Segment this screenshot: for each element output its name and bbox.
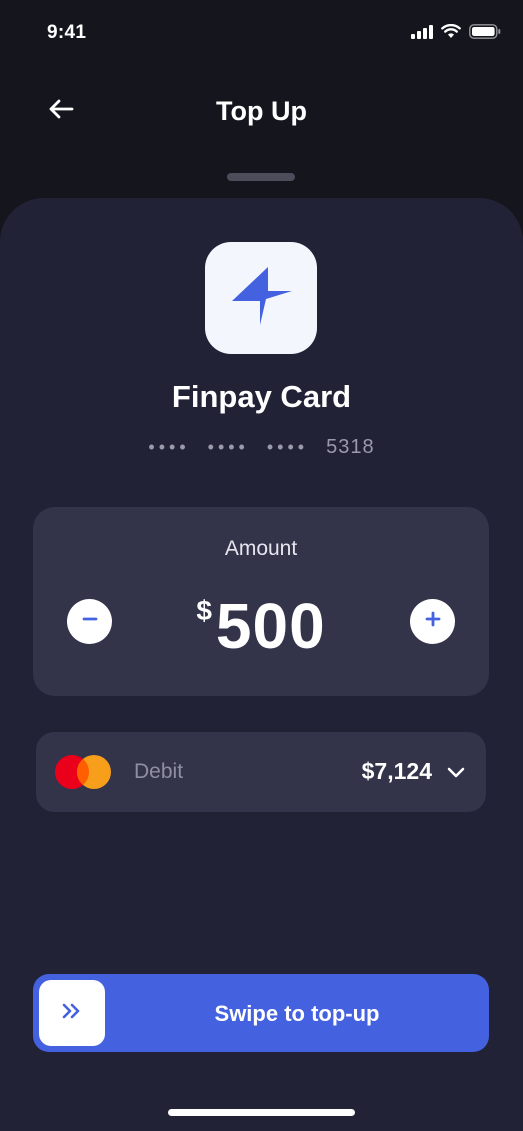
page-title: Top Up bbox=[216, 96, 307, 126]
cellular-signal-icon bbox=[411, 24, 433, 39]
swipe-to-top-up[interactable]: Swipe to top-up bbox=[33, 974, 489, 1052]
amount-panel: Amount $500 bbox=[33, 507, 489, 696]
card-last-four: 5318 bbox=[326, 436, 375, 458]
source-label: Debit bbox=[134, 760, 184, 783]
payment-source-selector[interactable]: Debit $7,124 bbox=[36, 732, 486, 812]
amount-currency: $ bbox=[196, 595, 212, 626]
plus-icon bbox=[424, 610, 442, 633]
mastercard-icon bbox=[55, 755, 113, 789]
card-number-group: •••• bbox=[266, 437, 309, 457]
amount-label: Amount bbox=[224, 537, 298, 560]
battery-icon bbox=[469, 24, 501, 39]
swipe-label: Swipe to top-up bbox=[214, 1001, 380, 1026]
finpay-logo bbox=[205, 242, 317, 354]
status-icons bbox=[411, 24, 501, 39]
four-point-star-icon bbox=[230, 265, 292, 332]
chevron-down-icon bbox=[446, 763, 466, 783]
card-name: Finpay Card bbox=[171, 379, 352, 414]
card-number-group: •••• bbox=[207, 437, 249, 457]
double-chevron-right-icon bbox=[61, 1001, 83, 1026]
wifi-icon bbox=[441, 24, 461, 39]
sheet-grabber[interactable] bbox=[227, 173, 295, 181]
home-indicator[interactable] bbox=[168, 1109, 355, 1116]
card-number-group: •••• bbox=[148, 437, 190, 457]
swipe-handle[interactable] bbox=[39, 980, 105, 1046]
card-number: •••• •••• •••• 5318 bbox=[0, 436, 523, 459]
top-up-screen: 9:41 Top Up Finpay Card •••• •••• •••• 5… bbox=[0, 0, 523, 1131]
increase-amount-button[interactable] bbox=[410, 599, 455, 644]
status-time: 9:41 bbox=[47, 22, 87, 43]
amount-number: 500 bbox=[215, 590, 326, 662]
source-balance: $7,124 bbox=[361, 758, 432, 784]
